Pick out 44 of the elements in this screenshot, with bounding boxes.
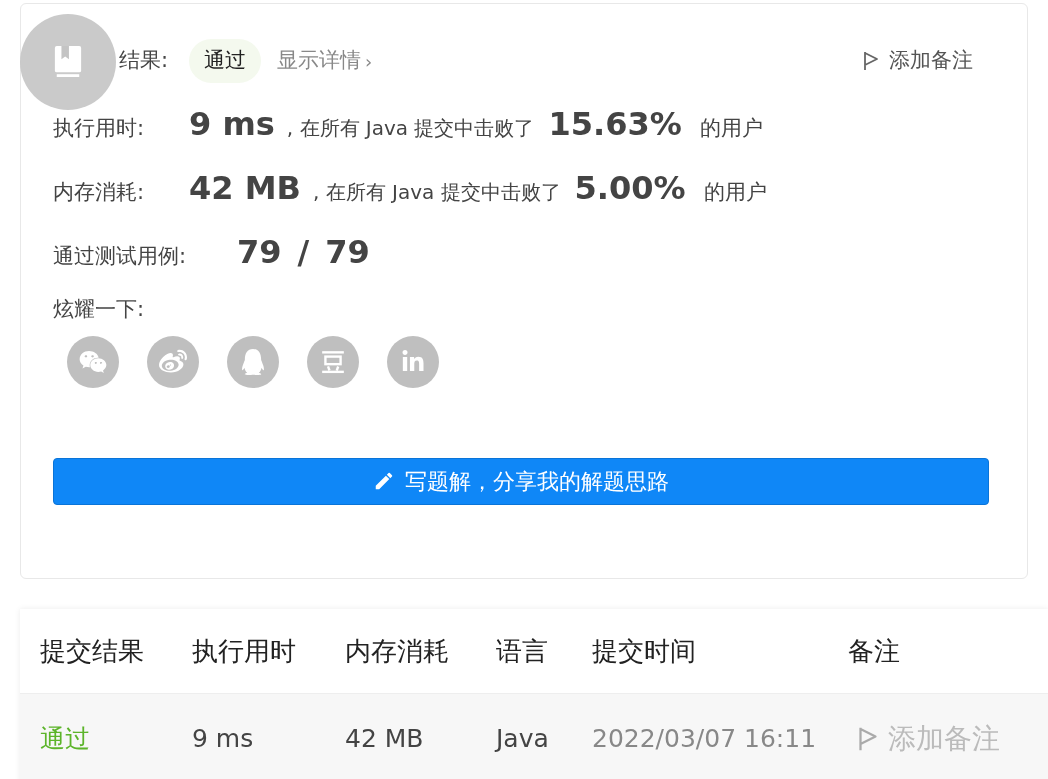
pencil-icon xyxy=(373,470,395,492)
add-note-button[interactable]: 添加备注 xyxy=(863,45,973,77)
share-label: 炫耀一下: xyxy=(53,297,145,321)
column-header: 执行用时 xyxy=(192,634,297,668)
penguin-icon xyxy=(240,348,266,375)
column-header: 内存消耗 xyxy=(345,634,450,668)
column-header: 语言 xyxy=(496,634,549,668)
column-header: 备注 xyxy=(848,634,900,668)
bookmark-icon xyxy=(53,44,83,80)
time-cell-text: 9 ms xyxy=(192,723,255,756)
tests-label: 通过测试用例: xyxy=(53,243,188,270)
share-button[interactable] xyxy=(307,335,359,388)
language-cell-text: Java xyxy=(496,723,550,756)
tests-passed: 79 xyxy=(237,232,282,273)
column-header: 提交时间 xyxy=(592,634,697,668)
stat-suffix: 的用户 xyxy=(699,115,763,142)
stat-suffix: 的用户 xyxy=(703,179,767,206)
tests-total: 79 xyxy=(325,232,370,273)
share-button[interactable] xyxy=(387,335,439,388)
stat-text: , 在所有 Java 提交中击败了 xyxy=(286,115,535,142)
time-submitted-cell-text: 2022/03/07 16:11 xyxy=(592,723,818,756)
stat-text: , 在所有 Java 提交中击败了 xyxy=(312,179,561,206)
result-label: 结果: xyxy=(119,47,170,75)
chevron-icon: › xyxy=(365,47,373,75)
flag-icon xyxy=(863,51,879,71)
stat-value: 9 ms xyxy=(189,104,275,145)
share-button[interactable] xyxy=(147,335,199,388)
share-button[interactable] xyxy=(67,335,119,388)
tests-separator: / xyxy=(297,232,310,273)
show-details-link[interactable]: 显示详情 › xyxy=(277,45,373,77)
linkedin-icon xyxy=(401,349,425,374)
stat-percent: 15.63% xyxy=(548,104,682,145)
share-button[interactable] xyxy=(227,335,279,388)
column-header: 提交结果 xyxy=(39,634,145,668)
stat-value: 42 MB xyxy=(189,168,301,209)
douban-icon xyxy=(320,348,346,375)
stat-label: 内存消耗: xyxy=(53,179,146,206)
memory-cell-text: 42 MB xyxy=(345,723,425,756)
status-badge: 通过 xyxy=(189,39,261,83)
write-solution-button[interactable]: 写题解，分享我的解题思路 xyxy=(53,457,989,505)
stat-label: 执行用时: xyxy=(53,115,146,142)
status-cell-text: 通过 xyxy=(39,723,91,756)
flag-icon xyxy=(858,726,878,752)
stat-percent: 5.00% xyxy=(574,168,686,209)
